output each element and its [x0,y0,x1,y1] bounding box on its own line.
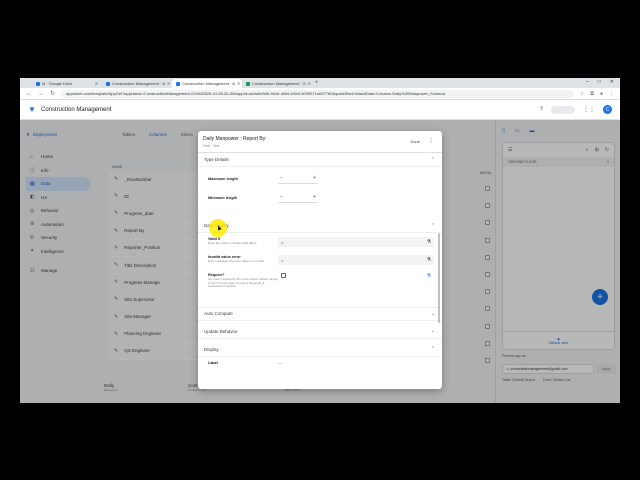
maximum-length-stepper[interactable]: − + [278,174,318,184]
profile-icon[interactable]: ● [600,91,603,97]
minimum-length-stepper[interactable]: − + [278,193,318,203]
valid-if-field: Valid If Does the column contain valid d… [198,237,442,247]
tab-close-icon[interactable]: ✕ [167,81,170,86]
screen: M · Google Drive ✕ Construction Management… [20,78,620,403]
tab-favicon-icon [36,81,40,86]
section-display[interactable]: Display ⌃ [198,343,442,357]
dialog-scrollbar[interactable] [438,233,440,323]
chevron-up-icon: ⌃ [430,156,435,163]
reload-icon[interactable]: ↻ [50,90,55,97]
section-auto-compute-label: Auto Compute [204,311,233,317]
apps-icon[interactable]: ⋮⋮ [583,106,595,113]
column-edit-dialog: Daily Manpower : Report By: Field · Text… [198,131,442,389]
browser-tabbar: M · Google Drive ✕ Construction Management… [20,78,620,88]
label-field: Label — [198,357,442,369]
dialog-subtitle: Field · Text [203,144,220,148]
menu-icon[interactable]: ⋮ [609,91,614,97]
chevron-down-icon: ⌄ [430,310,435,317]
section-update-behavior[interactable]: Update Behavior ⌄ [198,325,442,339]
label-field-value[interactable]: — [278,360,282,365]
appsheet-logo-icon: ▼ [28,104,36,114]
new-tab-icon[interactable]: + [315,80,319,86]
browser-tab[interactable]: Construction Management · G ✕ [242,79,312,88]
flask-icon[interactable]: ⚗ [427,239,431,245]
avatar[interactable]: C [603,105,612,114]
maximize-icon[interactable]: □ [598,79,601,85]
tab-label: Construction Management · A [182,81,235,86]
tab-label: M · Google Drive [42,81,73,86]
invalid-error-expression-input[interactable]: = ⚗ [278,255,434,265]
invalid-error-help: Error message when the value is not vali… [208,259,264,263]
plus-icon[interactable]: + [313,194,316,200]
plus-icon[interactable]: + [313,175,316,181]
dialog-title: Daily Manpower : Report By: [203,136,267,142]
more-options-icon[interactable]: ⋮ [428,137,434,144]
valid-if-expression-input[interactable]: = ⚗ [278,237,434,247]
section-type-details-label: Type Details [204,157,229,162]
label-field-label: Label [208,360,218,365]
flask-icon[interactable]: ⚗ [427,257,431,263]
save-button[interactable] [551,105,575,114]
valid-if-help: Does the column contain valid data? [208,241,257,245]
close-icon[interactable]: ✕ [610,79,614,85]
chevron-up-icon: ⌃ [430,222,435,229]
help-icon[interactable]: ? [540,107,543,113]
equals-sign: = [281,239,284,245]
back-icon[interactable]: ← [26,91,32,97]
browser-tab[interactable]: Construction Management · A ✕ [102,79,172,88]
extensions-icon[interactable]: ⧉ [590,91,594,97]
tab-label: Construction Management · G [252,81,306,86]
invalid-value-error-field: Invalid value error Error message when t… [198,255,442,265]
tab-label: Construction Management · A [112,81,165,86]
chevron-up-icon: ⌃ [430,346,435,353]
chevron-down-icon: ⌄ [430,328,435,335]
browser-toolbar-icons: ☆ ⧉ ● ⋮ [580,91,614,97]
flask-icon[interactable]: ⚗ [427,273,431,289]
equals-sign: = [281,257,284,263]
browser-tab[interactable]: M · Google Drive ✕ [32,79,102,88]
require-checkbox[interactable] [281,273,286,278]
address-bar: ← → ↻ appsheet.com/template/AppDef?appNa… [20,88,620,100]
require-field: Require? Are users required to fill in t… [198,273,442,289]
tab-close-icon[interactable]: ✕ [308,81,311,86]
app-header: ▼ Construction Management ? ⋮⋮ C [20,100,620,120]
done-button[interactable]: Done [410,139,420,144]
tab-favicon-icon [106,81,110,86]
url-field[interactable]: appsheet.com/template/AppDef?appName=Con… [61,89,574,98]
maximum-length-field: Maximum length − + [198,169,442,188]
dialog-body: Type Details ⌃ Maximum length − + Minimu… [198,153,442,389]
section-auto-compute[interactable]: Auto Compute ⌄ [198,306,442,321]
require-help: Are users required to fill in this colum… [208,277,278,289]
minimum-length-label: Minimum length [208,195,238,200]
minus-icon[interactable]: − [280,194,283,200]
browser-tab[interactable]: Construction Management · A ✕ [172,79,242,88]
tab-favicon-icon [246,81,250,86]
maximum-length-label: Maximum length [208,176,238,181]
section-update-behavior-label: Update Behavior [204,328,238,334]
section-type-details[interactable]: Type Details ⌃ [198,153,442,167]
header-actions: ? ⋮⋮ C [540,105,612,114]
window-controls: – □ ✕ [586,79,614,85]
tab-close-icon[interactable]: ✕ [237,81,240,86]
star-icon[interactable]: ☆ [580,91,584,97]
minimize-icon[interactable]: – [586,79,589,85]
minus-icon[interactable]: − [280,175,283,181]
minimum-length-field: Minimum length − + [198,188,442,207]
tab-favicon-icon [176,81,180,86]
section-display-label: Display [204,346,219,352]
forward-icon[interactable]: → [38,91,44,97]
app-name: Construction Management [41,106,112,113]
tab-close-icon[interactable]: ✕ [95,81,98,86]
section-data-validity[interactable]: Data Validity ⌃ [198,219,442,233]
dialog-header: Daily Manpower : Report By: Field · Text… [198,131,442,153]
